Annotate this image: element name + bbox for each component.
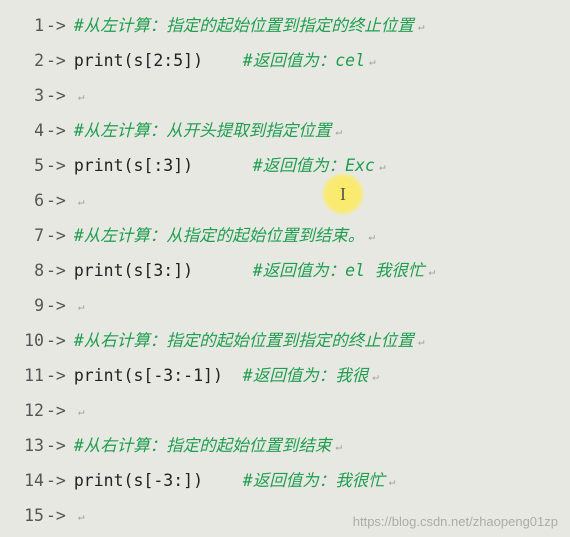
- line-number: 8: [0, 253, 46, 288]
- gutter-arrow-icon: ->: [46, 253, 74, 288]
- gutter-arrow-icon: ->: [46, 183, 74, 218]
- line-content[interactable]: #从右计算：指定的起始位置到指定的终止位置↵: [74, 323, 570, 359]
- paragraph-mark-icon: ↵: [74, 405, 85, 418]
- code-editor[interactable]: 1->#从左计算：指定的起始位置到指定的终止位置↵2->print(s[2:5]…: [0, 0, 570, 533]
- line-number: 5: [0, 148, 46, 183]
- paragraph-mark-icon: ↵: [74, 510, 85, 523]
- paragraph-mark-icon: ↵: [375, 160, 386, 173]
- comment-text: #返回值为：Exc: [253, 156, 375, 175]
- line-content[interactable]: ↵: [74, 393, 570, 429]
- paragraph-mark-icon: ↵: [74, 300, 85, 313]
- line-content[interactable]: print(s[2:5]) #返回值为：cel↵: [74, 43, 570, 79]
- comment-text: #返回值为：我很: [243, 366, 368, 385]
- gutter-arrow-icon: ->: [46, 288, 74, 323]
- code-line[interactable]: 4->#从左计算：从开头提取到指定位置↵: [0, 113, 570, 148]
- line-number: 12: [0, 393, 46, 428]
- code-text: print(s[-3:]): [74, 471, 243, 490]
- comment-text: #从左计算：从指定的起始位置到结束。: [74, 226, 364, 245]
- line-number: 1: [0, 8, 46, 43]
- line-content[interactable]: print(s[3:]) #返回值为：el 我很忙↵: [74, 253, 570, 289]
- gutter-arrow-icon: ->: [46, 148, 74, 183]
- paragraph-mark-icon: ↵: [331, 440, 342, 453]
- line-number: 13: [0, 428, 46, 463]
- line-content[interactable]: ↵: [74, 78, 570, 114]
- line-content[interactable]: ↵: [74, 498, 570, 534]
- code-line[interactable]: 9->↵: [0, 288, 570, 323]
- line-number: 10: [0, 323, 46, 358]
- line-number: 9: [0, 288, 46, 323]
- line-number: 14: [0, 463, 46, 498]
- comment-text: #从左计算：从开头提取到指定位置: [74, 121, 331, 140]
- line-content[interactable]: print(s[:3]) #返回值为：Exc↵: [74, 148, 570, 184]
- code-line[interactable]: 13->#从右计算：指定的起始位置到结束↵: [0, 428, 570, 463]
- code-line[interactable]: 5->print(s[:3]) #返回值为：Exc↵: [0, 148, 570, 183]
- gutter-arrow-icon: ->: [46, 8, 74, 43]
- code-line[interactable]: 11->print(s[-3:-1]) #返回值为：我很↵: [0, 358, 570, 393]
- code-line[interactable]: 3->↵: [0, 78, 570, 113]
- paragraph-mark-icon: ↵: [74, 90, 85, 103]
- paragraph-mark-icon: ↵: [414, 335, 425, 348]
- paragraph-mark-icon: ↵: [365, 55, 376, 68]
- comment-text: #返回值为：el 我很忙: [253, 261, 425, 280]
- code-text: print(s[3:]): [74, 261, 253, 280]
- line-number: 4: [0, 113, 46, 148]
- line-content[interactable]: print(s[-3:-1]) #返回值为：我很↵: [74, 358, 570, 394]
- line-content[interactable]: #从左计算：从开头提取到指定位置↵: [74, 113, 570, 149]
- code-line[interactable]: 12->↵: [0, 393, 570, 428]
- comment-text: #从右计算：指定的起始位置到指定的终止位置: [74, 331, 414, 350]
- gutter-arrow-icon: ->: [46, 393, 74, 428]
- line-content[interactable]: #从左计算：指定的起始位置到指定的终止位置↵: [74, 8, 570, 44]
- paragraph-mark-icon: ↵: [368, 370, 379, 383]
- gutter-arrow-icon: ->: [46, 323, 74, 358]
- line-number: 2: [0, 43, 46, 78]
- code-line[interactable]: 10->#从右计算：指定的起始位置到指定的终止位置↵: [0, 323, 570, 358]
- gutter-arrow-icon: ->: [46, 498, 74, 533]
- paragraph-mark-icon: ↵: [414, 20, 425, 33]
- line-content[interactable]: #从左计算：从指定的起始位置到结束。↵: [74, 218, 570, 254]
- gutter-arrow-icon: ->: [46, 463, 74, 498]
- gutter-arrow-icon: ->: [46, 113, 74, 148]
- line-content[interactable]: #从右计算：指定的起始位置到结束↵: [74, 428, 570, 464]
- comment-text: #返回值为：cel: [243, 51, 365, 70]
- code-line[interactable]: 8->print(s[3:]) #返回值为：el 我很忙↵: [0, 253, 570, 288]
- line-number: 3: [0, 78, 46, 113]
- gutter-arrow-icon: ->: [46, 428, 74, 463]
- code-text: print(s[2:5]): [74, 51, 243, 70]
- line-content[interactable]: ↵: [74, 183, 570, 219]
- code-line[interactable]: 1->#从左计算：指定的起始位置到指定的终止位置↵: [0, 8, 570, 43]
- comment-text: #从右计算：指定的起始位置到结束: [74, 436, 331, 455]
- gutter-arrow-icon: ->: [46, 78, 74, 113]
- gutter-arrow-icon: ->: [46, 43, 74, 78]
- line-number: 15: [0, 498, 46, 533]
- code-line[interactable]: 15->↵: [0, 498, 570, 533]
- comment-text: #返回值为：我很忙: [243, 471, 385, 490]
- gutter-arrow-icon: ->: [46, 218, 74, 253]
- line-number: 11: [0, 358, 46, 393]
- code-text: print(s[-3:-1]): [74, 366, 243, 385]
- line-number: 6: [0, 183, 46, 218]
- code-line[interactable]: 14->print(s[-3:]) #返回值为：我很忙↵: [0, 463, 570, 498]
- paragraph-mark-icon: ↵: [74, 195, 85, 208]
- paragraph-mark-icon: ↵: [364, 230, 375, 243]
- comment-text: #从左计算：指定的起始位置到指定的终止位置: [74, 16, 414, 35]
- code-line[interactable]: 2->print(s[2:5]) #返回值为：cel↵: [0, 43, 570, 78]
- line-number: 7: [0, 218, 46, 253]
- code-line[interactable]: 6->↵: [0, 183, 570, 218]
- paragraph-mark-icon: ↵: [385, 475, 396, 488]
- code-text: print(s[:3]): [74, 156, 253, 175]
- paragraph-mark-icon: ↵: [424, 265, 435, 278]
- gutter-arrow-icon: ->: [46, 358, 74, 393]
- line-content[interactable]: ↵: [74, 288, 570, 324]
- line-content[interactable]: print(s[-3:]) #返回值为：我很忙↵: [74, 463, 570, 499]
- code-line[interactable]: 7->#从左计算：从指定的起始位置到结束。↵: [0, 218, 570, 253]
- paragraph-mark-icon: ↵: [331, 125, 342, 138]
